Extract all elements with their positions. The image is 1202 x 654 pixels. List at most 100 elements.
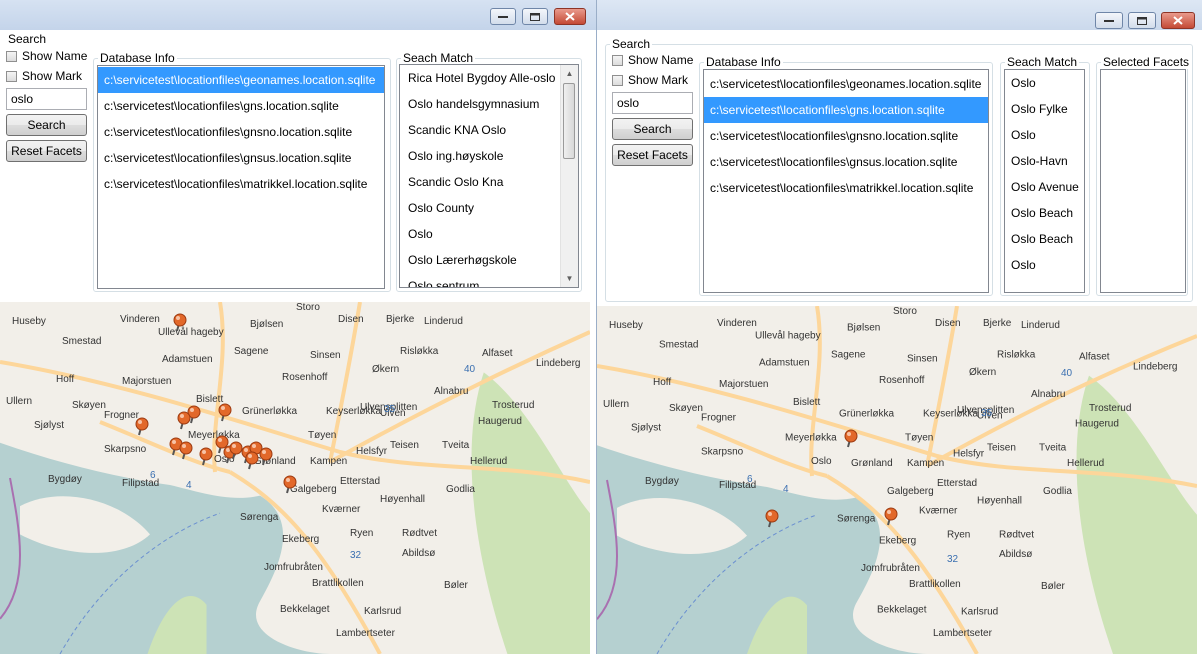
- close-button[interactable]: [554, 8, 586, 25]
- show-name-checkbox[interactable]: Show Name: [6, 49, 87, 63]
- checkbox-box[interactable]: [612, 54, 623, 66]
- place-label: Brattlikollen: [909, 579, 961, 590]
- search-match-list[interactable]: ▲ ▼ Rica Hotel Bygdoy Alle-oslo Oslo hand…: [399, 64, 579, 288]
- place-label: Sagene: [234, 346, 269, 357]
- search-match-item[interactable]: Oslo Beach: [1005, 200, 1084, 226]
- database-file-list[interactable]: c:\servicetest\locationfiles\geonames.lo…: [703, 69, 989, 293]
- road-number: 35: [384, 404, 396, 415]
- place-label: Linderud: [424, 316, 463, 327]
- place-label: Galgeberg: [290, 484, 337, 495]
- search-match-label: Seach Match: [1005, 55, 1080, 69]
- search-match-item[interactable]: Oslo: [1005, 122, 1084, 148]
- road-number: 6: [747, 474, 753, 485]
- place-label: Lambertseter: [336, 628, 396, 639]
- selected-facets-list[interactable]: [1100, 69, 1186, 293]
- search-match-item[interactable]: Oslo County: [400, 195, 578, 221]
- place-label: Høyenhall: [380, 494, 425, 505]
- place-label: Alnabru: [434, 386, 468, 397]
- map-canvas[interactable]: Huseby VinderenUllevål hageby Storo Disen Bj…: [0, 302, 590, 654]
- search-input[interactable]: oslo: [6, 88, 87, 110]
- place-label: Alfaset: [1079, 351, 1110, 362]
- place-label: Teisen: [987, 442, 1016, 453]
- minimize-icon: [1104, 19, 1114, 22]
- map-view[interactable]: Huseby Vinderen Ullevål hageby Storo Disen Bj…: [0, 302, 590, 654]
- place-label: Meyerløkka: [188, 430, 240, 441]
- place-label: Ullevål hageby: [158, 326, 224, 338]
- search-group-label: Search: [6, 32, 49, 46]
- place-label: Etterstad: [340, 476, 380, 487]
- search-match-item[interactable]: Oslo ing.høyskole: [400, 143, 578, 169]
- search-match-list[interactable]: Oslo Oslo Fylke Oslo Oslo-Havn Oslo Avenue Os…: [1004, 69, 1085, 293]
- search-match-item[interactable]: Oslo-Havn: [1005, 148, 1084, 174]
- show-name-label: Show Name: [628, 53, 694, 67]
- database-file-item[interactable]: c:\servicetest\locationfiles\gnsus.locat…: [98, 145, 384, 171]
- show-mark-checkbox[interactable]: Show Mark: [612, 73, 688, 87]
- place-label: Karlsrud: [961, 606, 998, 617]
- search-match-item[interactable]: Oslo sentrum: [400, 273, 578, 287]
- close-icon: [1173, 16, 1183, 25]
- search-match-item[interactable]: Scandic Oslo Kna: [400, 169, 578, 195]
- search-button[interactable]: Search: [612, 118, 693, 140]
- database-file-item[interactable]: c:\servicetest\locationfiles\geonames.lo…: [704, 71, 988, 97]
- search-match-item[interactable]: Oslo: [1005, 70, 1084, 96]
- scroll-down-icon[interactable]: ▼: [561, 270, 578, 287]
- place-label: Abildsø: [999, 549, 1032, 560]
- title-bar: [597, 0, 1202, 30]
- search-group-label: Search: [610, 37, 653, 51]
- place-label: Bygdøy: [645, 476, 679, 487]
- place-label: Bjølsen: [250, 319, 283, 330]
- checkbox-box[interactable]: [6, 70, 17, 82]
- place-label: Disen: [935, 318, 961, 329]
- maximize-button[interactable]: [522, 8, 548, 25]
- place-label: Haugerud: [478, 416, 522, 427]
- place-label: Ullern: [6, 396, 32, 407]
- search-match-item[interactable]: Oslo: [1005, 252, 1084, 278]
- close-button[interactable]: [1161, 12, 1195, 29]
- database-file-item[interactable]: c:\servicetest\locationfiles\gnsus.locat…: [704, 149, 988, 175]
- minimize-button[interactable]: [1095, 12, 1123, 29]
- database-file-item[interactable]: c:\servicetest\locationfiles\gnsno.locat…: [704, 123, 988, 149]
- search-match-item[interactable]: Oslo: [400, 221, 578, 247]
- show-mark-checkbox[interactable]: Show Mark: [6, 69, 82, 83]
- search-match-item[interactable]: Oslo Fylke: [1005, 96, 1084, 122]
- place-label: Majorstuen: [122, 376, 171, 387]
- search-input[interactable]: oslo: [612, 92, 693, 114]
- place-label: Hoff: [653, 377, 671, 388]
- place-label: Økern: [372, 364, 399, 375]
- place-label: Brattlikollen: [312, 578, 364, 589]
- reset-facets-button[interactable]: Reset Facets: [612, 144, 693, 166]
- database-file-item[interactable]: c:\servicetest\locationfiles\gns.locatio…: [98, 93, 384, 119]
- show-name-label: Show Name: [22, 49, 88, 63]
- database-file-item[interactable]: c:\servicetest\locationfiles\matrikkel.l…: [704, 175, 988, 201]
- reset-facets-button[interactable]: Reset Facets: [6, 140, 87, 162]
- database-file-item[interactable]: c:\servicetest\locationfiles\gnsno.locat…: [98, 119, 384, 145]
- place-label: Vinderen: [717, 318, 757, 329]
- place-label: Godlia: [1043, 486, 1072, 497]
- place-label: Alnabru: [1031, 389, 1065, 400]
- search-match-item[interactable]: Oslo Beach: [1005, 226, 1084, 252]
- minimize-button[interactable]: [490, 8, 516, 25]
- search-button[interactable]: Search: [6, 114, 87, 136]
- maximize-button[interactable]: [1128, 12, 1156, 29]
- place-label: Karlsrud: [364, 606, 401, 617]
- place-label: Ryen: [350, 528, 373, 539]
- show-name-checkbox[interactable]: Show Name: [612, 53, 693, 67]
- match-list-scrollbar[interactable]: ▲ ▼: [560, 65, 578, 287]
- database-file-item[interactable]: c:\servicetest\locationfiles\gns.locatio…: [704, 97, 988, 123]
- map-canvas[interactable]: Huseby VinderenUllevål hageby Storo Disen Bj…: [597, 306, 1197, 654]
- map-view[interactable]: Huseby Vinderen Ullevål hageby Storo Disen Bj…: [597, 306, 1197, 654]
- scroll-thumb[interactable]: [563, 83, 575, 159]
- scroll-up-icon[interactable]: ▲: [561, 65, 578, 82]
- checkbox-box[interactable]: [612, 74, 623, 86]
- search-match-item[interactable]: Scandic KNA Oslo: [400, 117, 578, 143]
- checkbox-box[interactable]: [6, 50, 17, 62]
- place-label: Ullevål hageby: [755, 330, 821, 342]
- search-match-item[interactable]: Oslo Lærerhøgskole: [400, 247, 578, 273]
- database-file-item[interactable]: c:\servicetest\locationfiles\geonames.lo…: [98, 67, 384, 93]
- search-match-item[interactable]: Rica Hotel Bygdoy Alle-oslo: [400, 65, 578, 91]
- search-match-item[interactable]: Oslo handelsgymnasium: [400, 91, 578, 117]
- search-match-item[interactable]: Oslo Avenue: [1005, 174, 1084, 200]
- database-file-list[interactable]: c:\servicetest\locationfiles\geonames.lo…: [97, 65, 385, 289]
- place-label: Disen: [338, 314, 364, 325]
- database-file-item[interactable]: c:\servicetest\locationfiles\matrikkel.l…: [98, 171, 384, 197]
